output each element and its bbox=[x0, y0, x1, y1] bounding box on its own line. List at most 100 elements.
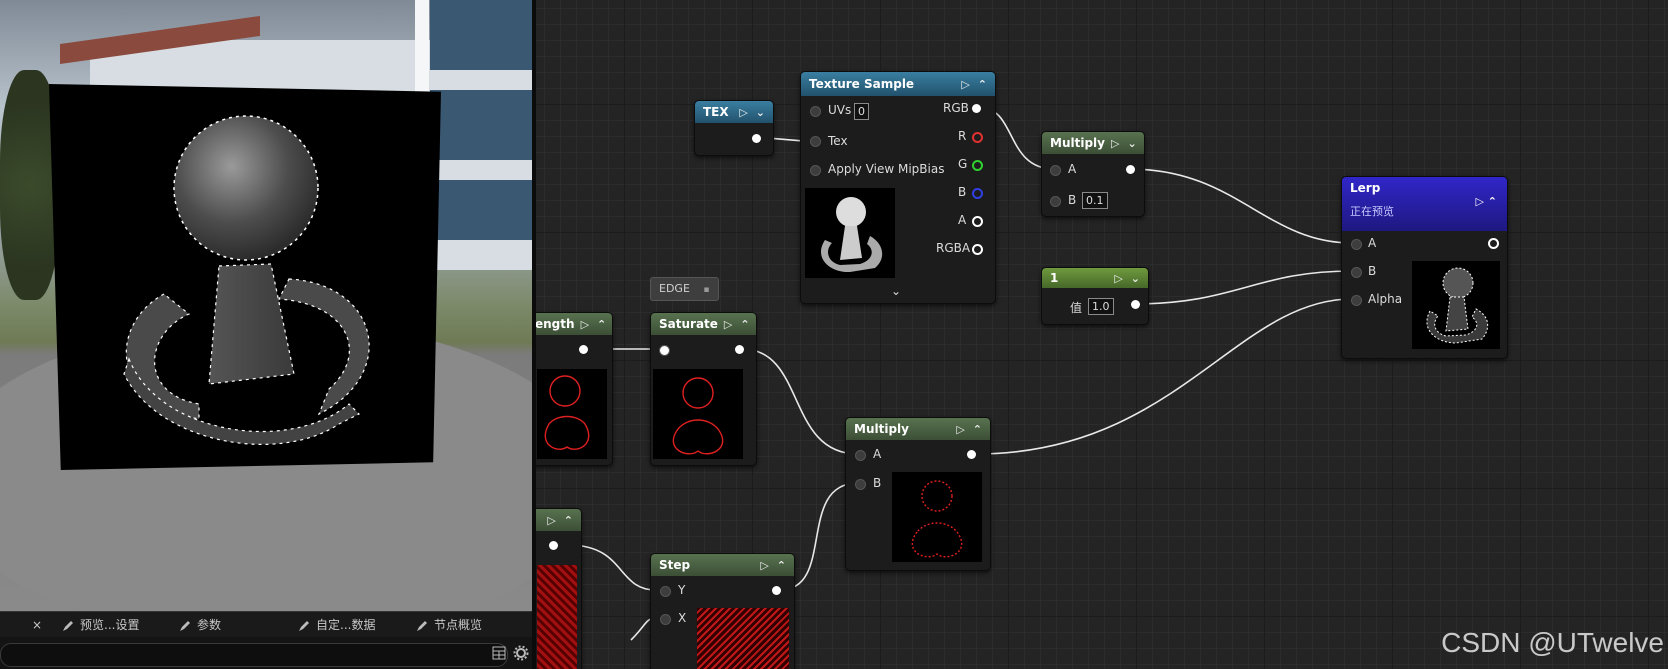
node-header[interactable]: Lerp 正在预览 ▷ ⌃ bbox=[1342, 177, 1507, 231]
play-icon[interactable]: ▷ bbox=[1111, 137, 1119, 150]
output-pin[interactable] bbox=[735, 345, 744, 354]
input-pin-b[interactable] bbox=[855, 479, 866, 490]
output-pin[interactable] bbox=[549, 541, 558, 550]
output-pin[interactable] bbox=[579, 345, 588, 354]
tab-custom-data[interactable]: 自定...数据 bbox=[298, 616, 375, 634]
node-header[interactable]: Multiply ▷ ⌃ bbox=[846, 418, 990, 440]
multiply-node-mid[interactable]: Multiply ▷ ⌃ A B bbox=[845, 417, 991, 571]
multiply-node-top[interactable]: Multiply ▷ ⌄ A B 0.1 bbox=[1041, 131, 1145, 217]
node-header[interactable]: ength ▷ ⌃ bbox=[536, 313, 612, 335]
input-pin-b[interactable] bbox=[1050, 196, 1061, 207]
gear-icon[interactable] bbox=[513, 645, 529, 664]
pin-icon[interactable]: ▪ bbox=[703, 285, 709, 295]
play-icon[interactable]: ▷ bbox=[739, 106, 747, 119]
play-icon[interactable]: ▷ bbox=[547, 514, 555, 527]
saturate-node[interactable]: Saturate ▷ ⌃ bbox=[650, 312, 757, 466]
chevron-up-icon[interactable]: ⌃ bbox=[740, 318, 749, 331]
output-pin[interactable] bbox=[772, 586, 781, 595]
node-header[interactable]: Step ▷ ⌃ bbox=[651, 554, 794, 576]
chevron-down-icon[interactable]: ⌄ bbox=[1131, 272, 1140, 285]
preview-viewport[interactable] bbox=[0, 0, 532, 611]
output-pin[interactable] bbox=[967, 450, 976, 459]
play-icon[interactable]: ▷ bbox=[956, 423, 964, 436]
output-pin-rgb[interactable] bbox=[972, 104, 981, 113]
play-icon[interactable]: ▷ bbox=[1114, 272, 1122, 285]
chevron-up-icon[interactable]: ⌃ bbox=[777, 559, 786, 572]
saturate-preview-thumbnail bbox=[653, 369, 743, 459]
value-label: 值 bbox=[1070, 301, 1083, 315]
input-pin-tex[interactable] bbox=[810, 136, 821, 147]
output-pin-b[interactable] bbox=[972, 188, 983, 199]
pin-label-a: A bbox=[873, 447, 882, 461]
close-tab-button[interactable]: × bbox=[32, 616, 42, 634]
output-pin[interactable] bbox=[752, 134, 761, 143]
preview-mesh-plane bbox=[49, 84, 441, 470]
upstream-preview-thumbnail bbox=[537, 565, 577, 669]
input-pin-a[interactable] bbox=[1050, 165, 1061, 176]
b-value-field[interactable]: 0.1 bbox=[1082, 192, 1108, 209]
node-header[interactable]: Saturate ▷ ⌃ bbox=[651, 313, 756, 335]
chevron-up-icon[interactable]: ⌃ bbox=[564, 514, 573, 527]
pin-label-r: R bbox=[958, 129, 967, 143]
output-pin-a[interactable] bbox=[972, 216, 983, 227]
play-icon[interactable]: ▷ bbox=[760, 559, 768, 572]
chevron-up-icon[interactable]: ⌃ bbox=[973, 423, 982, 436]
play-icon[interactable]: ▷ bbox=[961, 78, 969, 91]
input-pin-y[interactable] bbox=[660, 586, 671, 597]
input-pin-alpha[interactable] bbox=[1351, 295, 1362, 306]
pencil-icon bbox=[179, 619, 191, 631]
input-pin-b[interactable] bbox=[1351, 267, 1362, 278]
lerp-node[interactable]: Lerp 正在预览 ▷ ⌃ A B Alpha bbox=[1341, 176, 1508, 359]
play-icon[interactable]: ▷ bbox=[724, 318, 732, 331]
output-pin-rgba[interactable] bbox=[972, 244, 983, 255]
step-node[interactable]: Step ▷ ⌃ Y X bbox=[650, 553, 795, 669]
table-view-icon[interactable] bbox=[492, 646, 506, 663]
texture-sample-node[interactable]: Texture Sample ▷ ⌃ UVs 0 Tex Apply View M… bbox=[800, 71, 996, 304]
upstream-node[interactable]: ▷ ⌃ bbox=[536, 508, 582, 669]
play-icon[interactable]: ▷ bbox=[1475, 195, 1483, 208]
output-pin-r[interactable] bbox=[972, 132, 983, 143]
material-graph-canvas[interactable]: EDGE ▪ TEX ▷ ⌄ Texture Sample ▷ ⌃ UVs 0 Te… bbox=[536, 0, 1668, 669]
chevron-down-icon[interactable]: ⌄ bbox=[891, 284, 901, 298]
play-icon[interactable]: ▷ bbox=[581, 318, 589, 331]
length-node[interactable]: ength ▷ ⌃ bbox=[536, 312, 613, 466]
pin-label-tex: Tex bbox=[828, 134, 848, 148]
wire-constant-to-lerp-b bbox=[1133, 270, 1353, 305]
node-header[interactable]: TEX ▷ ⌄ bbox=[695, 101, 773, 123]
output-pin-g[interactable] bbox=[972, 160, 983, 171]
input-pin-x[interactable] bbox=[660, 614, 671, 625]
input-pin-mipbias[interactable] bbox=[810, 165, 821, 176]
constant-value-field[interactable]: 1.0 bbox=[1088, 298, 1114, 315]
output-pin[interactable] bbox=[1131, 300, 1140, 309]
chevron-up-icon[interactable]: ⌃ bbox=[978, 78, 987, 91]
comment-bubble[interactable]: EDGE ▪ bbox=[650, 277, 719, 301]
output-pin[interactable] bbox=[1126, 165, 1135, 174]
search-input[interactable] bbox=[0, 643, 508, 667]
pin-label-a: A bbox=[958, 213, 967, 227]
chevron-down-icon[interactable]: ⌄ bbox=[756, 106, 765, 119]
building-window bbox=[430, 90, 532, 160]
output-pin[interactable] bbox=[1488, 238, 1499, 249]
wire-saturate-to-multiply bbox=[741, 348, 859, 455]
input-pin[interactable] bbox=[659, 345, 670, 356]
tab-parameters[interactable]: 参数 bbox=[179, 616, 221, 634]
node-header[interactable]: ▷ ⌃ bbox=[536, 509, 581, 531]
tex-parameter-node[interactable]: TEX ▷ ⌄ bbox=[694, 100, 774, 156]
node-header[interactable]: Texture Sample ▷ ⌃ bbox=[801, 72, 995, 96]
input-pin-uvs[interactable] bbox=[810, 106, 821, 117]
tab-node-overview[interactable]: 节点概览 bbox=[416, 616, 482, 634]
length-preview-thumbnail bbox=[537, 369, 607, 459]
uv-index-field[interactable]: 0 bbox=[854, 103, 869, 120]
node-header[interactable]: Multiply ▷ ⌄ bbox=[1042, 132, 1144, 154]
chevron-up-icon[interactable]: ⌃ bbox=[1488, 195, 1497, 208]
node-title: Texture Sample bbox=[809, 77, 915, 91]
constant-node[interactable]: 1 ▷ ⌄ 值 1.0 bbox=[1041, 267, 1149, 325]
tab-preview-settings[interactable]: 预览...设置 bbox=[62, 616, 139, 634]
chevron-down-icon[interactable]: ⌄ bbox=[1127, 137, 1136, 150]
tab-label: 自定...数据 bbox=[316, 618, 376, 632]
node-header[interactable]: 1 ▷ ⌄ bbox=[1042, 268, 1148, 288]
chevron-up-icon[interactable]: ⌃ bbox=[597, 318, 606, 331]
input-pin-a[interactable] bbox=[855, 450, 866, 461]
input-pin-a[interactable] bbox=[1351, 239, 1362, 250]
lerp-controls: ▷ ⌃ bbox=[1475, 195, 1497, 208]
